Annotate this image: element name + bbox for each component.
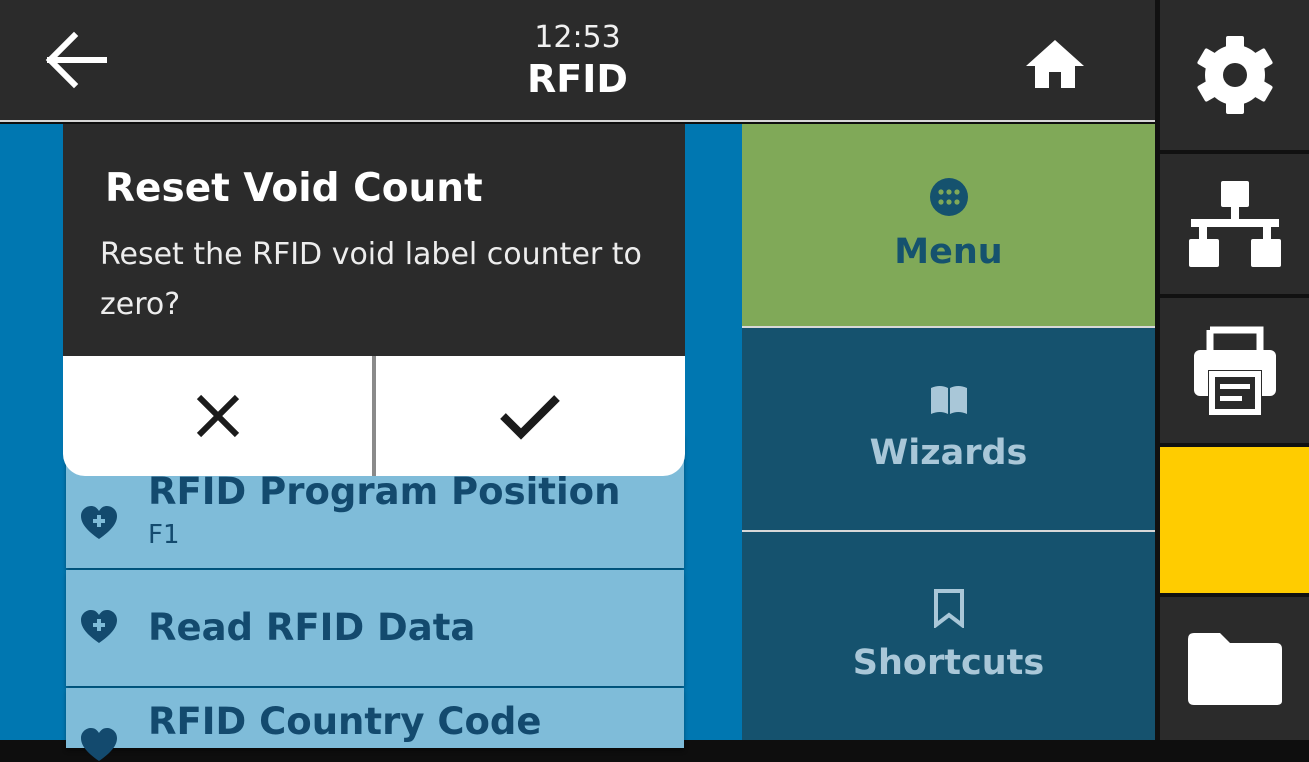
dialog-title: Reset Void Count [105, 166, 483, 211]
close-icon [196, 394, 240, 438]
dialog-buttons [63, 356, 685, 476]
list-item-label: Read RFID Data [148, 606, 476, 649]
list-item[interactable]: Read RFID Data [66, 570, 684, 686]
clock: 12:53 [534, 20, 621, 55]
folder-icon [1187, 632, 1282, 705]
reset-void-count-dialog: Reset Void Count Reset the RFID void lab… [63, 124, 685, 476]
print-button[interactable] [1160, 298, 1309, 443]
list-item-value: F1 [148, 520, 180, 550]
cancel-button[interactable] [63, 356, 373, 476]
page-title: RFID [527, 57, 628, 101]
list-item-label: RFID Program Position [148, 470, 621, 513]
nav-shortcuts-label: Shortcuts [852, 643, 1045, 683]
menu-grid-icon [929, 178, 968, 216]
heart-plus-icon [81, 728, 117, 761]
list-item[interactable]: RFID Country Code [66, 688, 684, 761]
gear-icon [1196, 36, 1273, 114]
checkmark-icon [500, 395, 560, 440]
nav-shortcuts-button[interactable]: Shortcuts [742, 532, 1155, 740]
nav-wizards-label: Wizards [869, 433, 1028, 473]
nav-menu-button[interactable]: Menu [742, 124, 1155, 326]
top-bar: 12:53 RFID [0, 0, 1155, 122]
bookmark-icon [933, 589, 964, 628]
network-button[interactable] [1160, 154, 1309, 294]
settings-button[interactable] [1160, 0, 1309, 150]
nav-menu-label: Menu [894, 232, 1003, 272]
confirm-button[interactable] [375, 356, 685, 476]
heart-plus-icon [81, 506, 117, 539]
book-icon [930, 386, 967, 414]
home-icon [1026, 40, 1084, 88]
heart-plus-icon [81, 610, 117, 643]
dialog-body: Reset Void Count Reset the RFID void lab… [63, 124, 685, 356]
nav-wizards-button[interactable]: Wizards [742, 328, 1155, 530]
dialog-message: Reset the RFID void label counter to zer… [100, 237, 642, 322]
printer-icon [1193, 326, 1276, 415]
list-item-label: RFID Country Code [148, 700, 542, 743]
status-indicator[interactable] [1160, 447, 1309, 593]
network-icon [1188, 181, 1281, 267]
home-button[interactable] [1024, 38, 1086, 90]
files-button[interactable] [1160, 597, 1309, 740]
